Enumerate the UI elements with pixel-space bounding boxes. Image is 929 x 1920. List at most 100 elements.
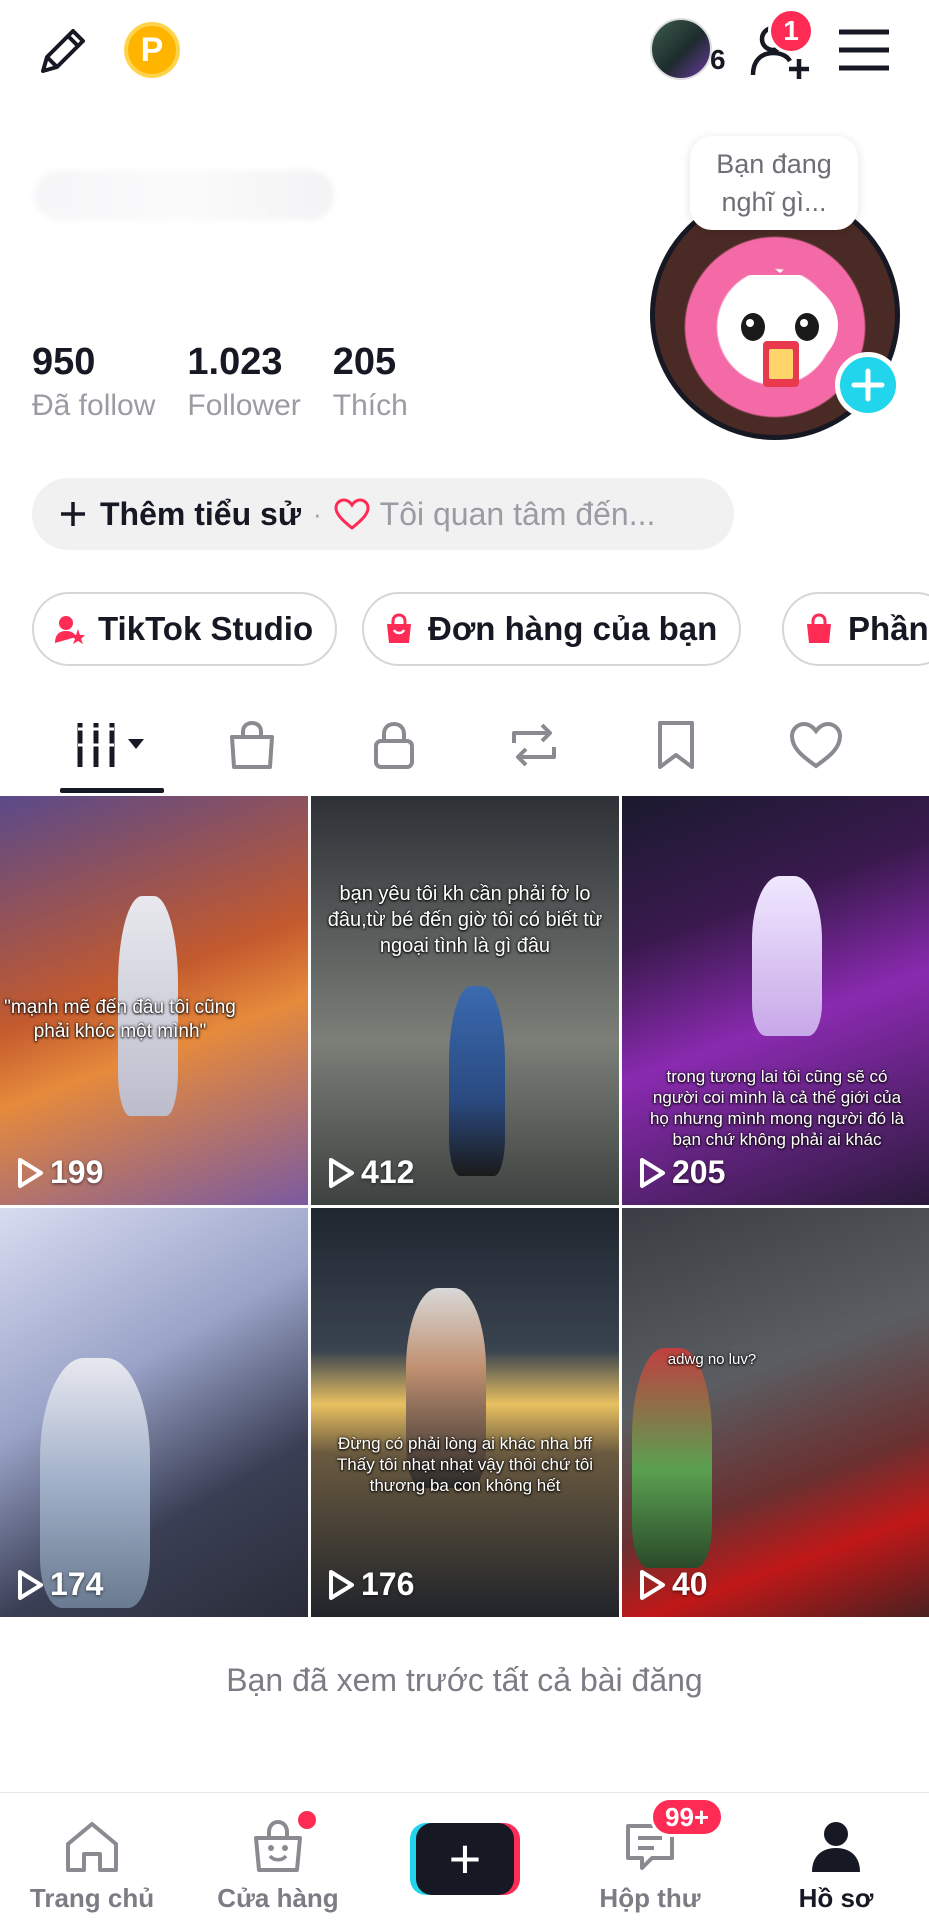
video-grid: "mạnh mẽ đến đâu tôi cũng phải khóc một … <box>0 796 929 1618</box>
content-tabs <box>0 700 929 796</box>
followers-count: 1.023 <box>187 341 283 383</box>
view-count-value: 40 <box>672 1566 708 1602</box>
tab-videos[interactable] <box>62 710 162 780</box>
video-thumbnail[interactable]: Đừng có phải lòng ai khác nha bff Thấy t… <box>311 1208 619 1617</box>
play-icon <box>329 1569 354 1600</box>
melody-character-icon <box>722 261 838 387</box>
profile-visitors-avatar[interactable] <box>650 18 712 80</box>
grid-icon <box>77 723 144 767</box>
character-figure <box>449 986 505 1176</box>
nav-profile-label: Hồ sơ <box>798 1883 874 1913</box>
interests-label: Tôi quan tâm đến... <box>379 495 656 532</box>
play-icon <box>329 1157 354 1188</box>
tab-private[interactable] <box>344 710 444 780</box>
bottom-nav: Trang chủ Cửa hàng + 99+ Hộp thư Hồ sơ <box>0 1792 929 1920</box>
plus-icon <box>61 502 85 526</box>
video-thumbnail[interactable]: adwg no luv? 40 <box>622 1208 929 1617</box>
heart-outline-icon <box>334 498 370 530</box>
stat-followers[interactable]: 1.023 Follower <box>187 338 300 426</box>
following-label: Đã follow <box>32 389 156 422</box>
following-count: 950 <box>32 341 96 383</box>
lock-icon <box>374 721 414 769</box>
add-bio-label: Thêm tiểu sử <box>100 495 301 532</box>
view-count: 174 <box>16 1566 103 1603</box>
chip-more[interactable]: Phần <box>782 592 929 666</box>
view-count: 205 <box>638 1154 725 1191</box>
chip-label: Đơn hàng của bạn <box>428 610 718 647</box>
nav-home-label: Trang chủ <box>29 1883 155 1913</box>
nav-inbox-label: Hộp thư <box>599 1883 701 1913</box>
view-count-value: 205 <box>672 1154 726 1190</box>
play-icon <box>18 1569 43 1600</box>
repost-icon <box>512 723 556 767</box>
view-count-value: 412 <box>361 1154 415 1190</box>
tab-reposts[interactable] <box>484 710 584 780</box>
stat-likes[interactable]: 205 Thích <box>333 338 408 426</box>
followers-label: Follower <box>187 389 301 422</box>
video-caption: bạn yêu tôi kh cần phải fờ lo đâu,từ bé … <box>327 883 603 957</box>
studio-icon <box>52 612 86 646</box>
play-icon <box>640 1157 665 1188</box>
chip-orders[interactable]: Đơn hàng của bạn <box>362 592 742 666</box>
tab-favorites[interactable] <box>626 710 726 780</box>
play-icon <box>640 1569 665 1600</box>
video-caption: adwg no luv? <box>667 1351 757 1368</box>
play-icon <box>18 1157 43 1188</box>
nav-profile[interactable]: Hồ sơ <box>746 1793 926 1920</box>
view-count: 40 <box>638 1566 708 1603</box>
bag-icon <box>230 720 274 769</box>
chip-tiktok-studio[interactable]: TikTok Studio <box>32 592 338 666</box>
add-story-button[interactable] <box>835 352 901 418</box>
menu-icon[interactable] <box>836 24 892 76</box>
tab-shop[interactable] <box>202 710 302 780</box>
character-figure <box>752 876 822 1036</box>
inbox-badge: 99+ <box>650 1797 725 1837</box>
likes-count: 205 <box>332 341 397 383</box>
shopping-bag-icon <box>802 612 836 646</box>
video-caption: trong tương lai tôi cũng sẽ có người coi… <box>649 1067 905 1149</box>
visitor-count: 6 <box>710 44 726 75</box>
bio-pill: Thêm tiểu sử · Tôi quan tâm đến... <box>32 478 734 550</box>
likes-label: Thích <box>332 389 408 422</box>
tab-liked[interactable] <box>766 710 866 780</box>
profile-person-icon <box>804 1817 868 1875</box>
add-bio-button[interactable]: Thêm tiểu sử <box>60 496 301 533</box>
character-figure <box>632 1348 712 1568</box>
top-bar: P 6 1 <box>0 0 929 100</box>
stat-following[interactable]: 950 Đã follow <box>32 338 155 426</box>
coin-icon[interactable]: P <box>124 22 180 78</box>
chip-label: Phần <box>848 610 929 647</box>
video-thumbnail[interactable]: 174 <box>0 1208 308 1617</box>
video-thumbnail[interactable]: "mạnh mẽ đến đâu tôi cũng phải khóc một … <box>0 796 308 1205</box>
interests-button[interactable]: Tôi quan tâm đến... <box>334 495 656 533</box>
view-count-value: 199 <box>50 1154 104 1190</box>
shop-bag-icon <box>246 1811 316 1875</box>
view-count: 199 <box>16 1154 103 1191</box>
view-count-value: 174 <box>50 1566 104 1602</box>
video-thumbnail[interactable]: trong tương lai tôi cũng sẽ có người coi… <box>622 796 929 1205</box>
inbox-icon: 99+ <box>618 1797 725 1875</box>
end-of-posts-message: Bạn đã xem trước tất cả bài đăng <box>226 1662 703 1698</box>
video-caption: Đừng có phải lòng ai khác nha bff Thấy t… <box>336 1434 594 1495</box>
nav-shop[interactable]: Cửa hàng <box>188 1793 368 1920</box>
active-tab-indicator <box>60 788 164 793</box>
heart-icon <box>789 721 843 769</box>
thought-bubble[interactable]: Bạn đang nghĩ gì... <box>690 136 858 230</box>
video-thumbnail[interactable]: bạn yêu tôi kh cần phải fờ lo đâu,từ bé … <box>311 796 619 1205</box>
username-blurred <box>34 170 334 220</box>
shopping-bag-icon <box>382 612 416 646</box>
edit-pencil-icon[interactable] <box>34 22 92 80</box>
profile-chips: TikTok Studio Đơn hàng của bạn Phần <box>32 592 929 666</box>
friend-request-badge: 1 <box>768 8 814 54</box>
create-plus-icon: + <box>416 1823 514 1895</box>
bio-separator: · <box>312 498 322 529</box>
nav-home[interactable]: Trang chủ <box>2 1793 182 1920</box>
create-button[interactable]: + <box>410 1823 520 1895</box>
bookmark-icon <box>658 721 694 769</box>
shop-notification-dot <box>298 1811 316 1829</box>
nav-shop-label: Cửa hàng <box>217 1883 339 1913</box>
video-caption: "mạnh mẽ đến đâu tôi cũng phải khóc một … <box>4 997 236 1042</box>
view-count-value: 176 <box>361 1566 415 1602</box>
nav-inbox[interactable]: 99+ Hộp thư <box>560 1793 740 1920</box>
view-count: 412 <box>327 1154 414 1191</box>
